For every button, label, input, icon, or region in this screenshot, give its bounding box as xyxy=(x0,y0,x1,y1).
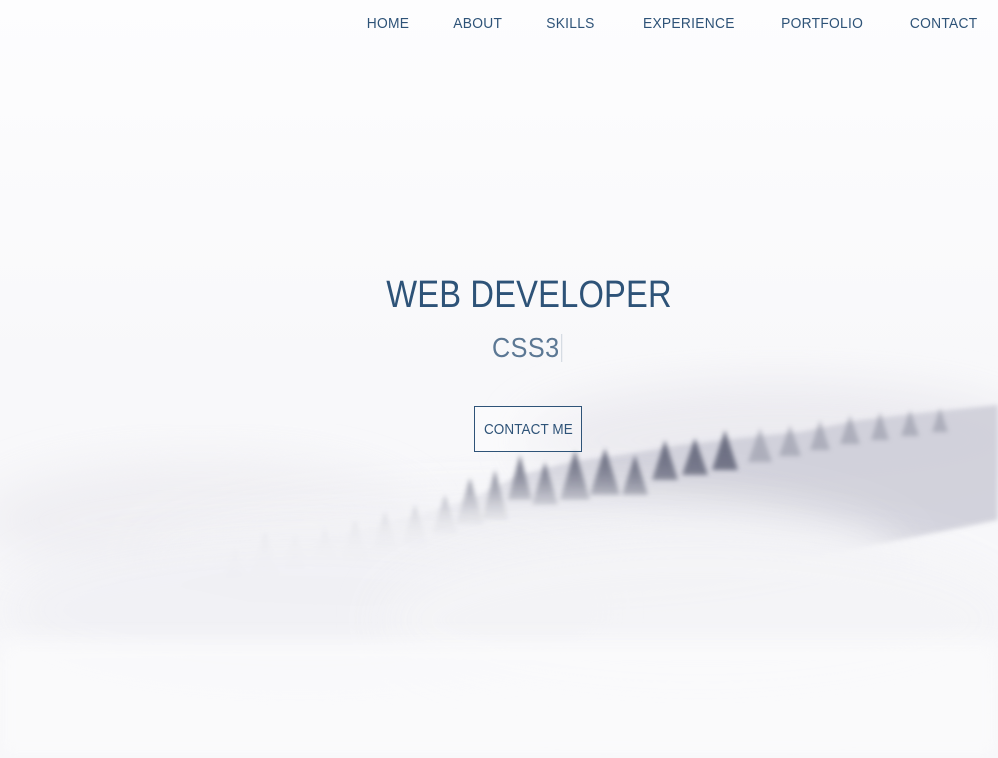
contact-me-button[interactable]: CONTACT ME xyxy=(474,406,582,452)
typed-skill-text: CSS3 xyxy=(492,332,563,364)
nav-item-skills[interactable]: SKILLS xyxy=(546,15,594,32)
nav-item-about[interactable]: ABOUT xyxy=(453,15,502,32)
misty-forest-background xyxy=(0,0,998,758)
nav-item-portfolio[interactable]: PORTFOLIO xyxy=(782,15,864,32)
typed-skill-label: CSS3 xyxy=(492,332,560,363)
contact-me-label: CONTACT ME xyxy=(483,420,573,438)
page: HOME ABOUT SKILLS EXPERIENCE PORTFOLIO C… xyxy=(0,0,998,758)
main-nav: HOME ABOUT SKILLS EXPERIENCE PORTFOLIO C… xyxy=(323,0,998,46)
nav-item-contact[interactable]: CONTACT xyxy=(909,15,977,32)
nav-item-experience[interactable]: EXPERIENCE xyxy=(643,15,735,32)
text-cursor-icon xyxy=(561,334,563,362)
nav-item-home[interactable]: HOME xyxy=(366,15,409,32)
hero-title: WEB DEVELOPER xyxy=(386,274,672,316)
